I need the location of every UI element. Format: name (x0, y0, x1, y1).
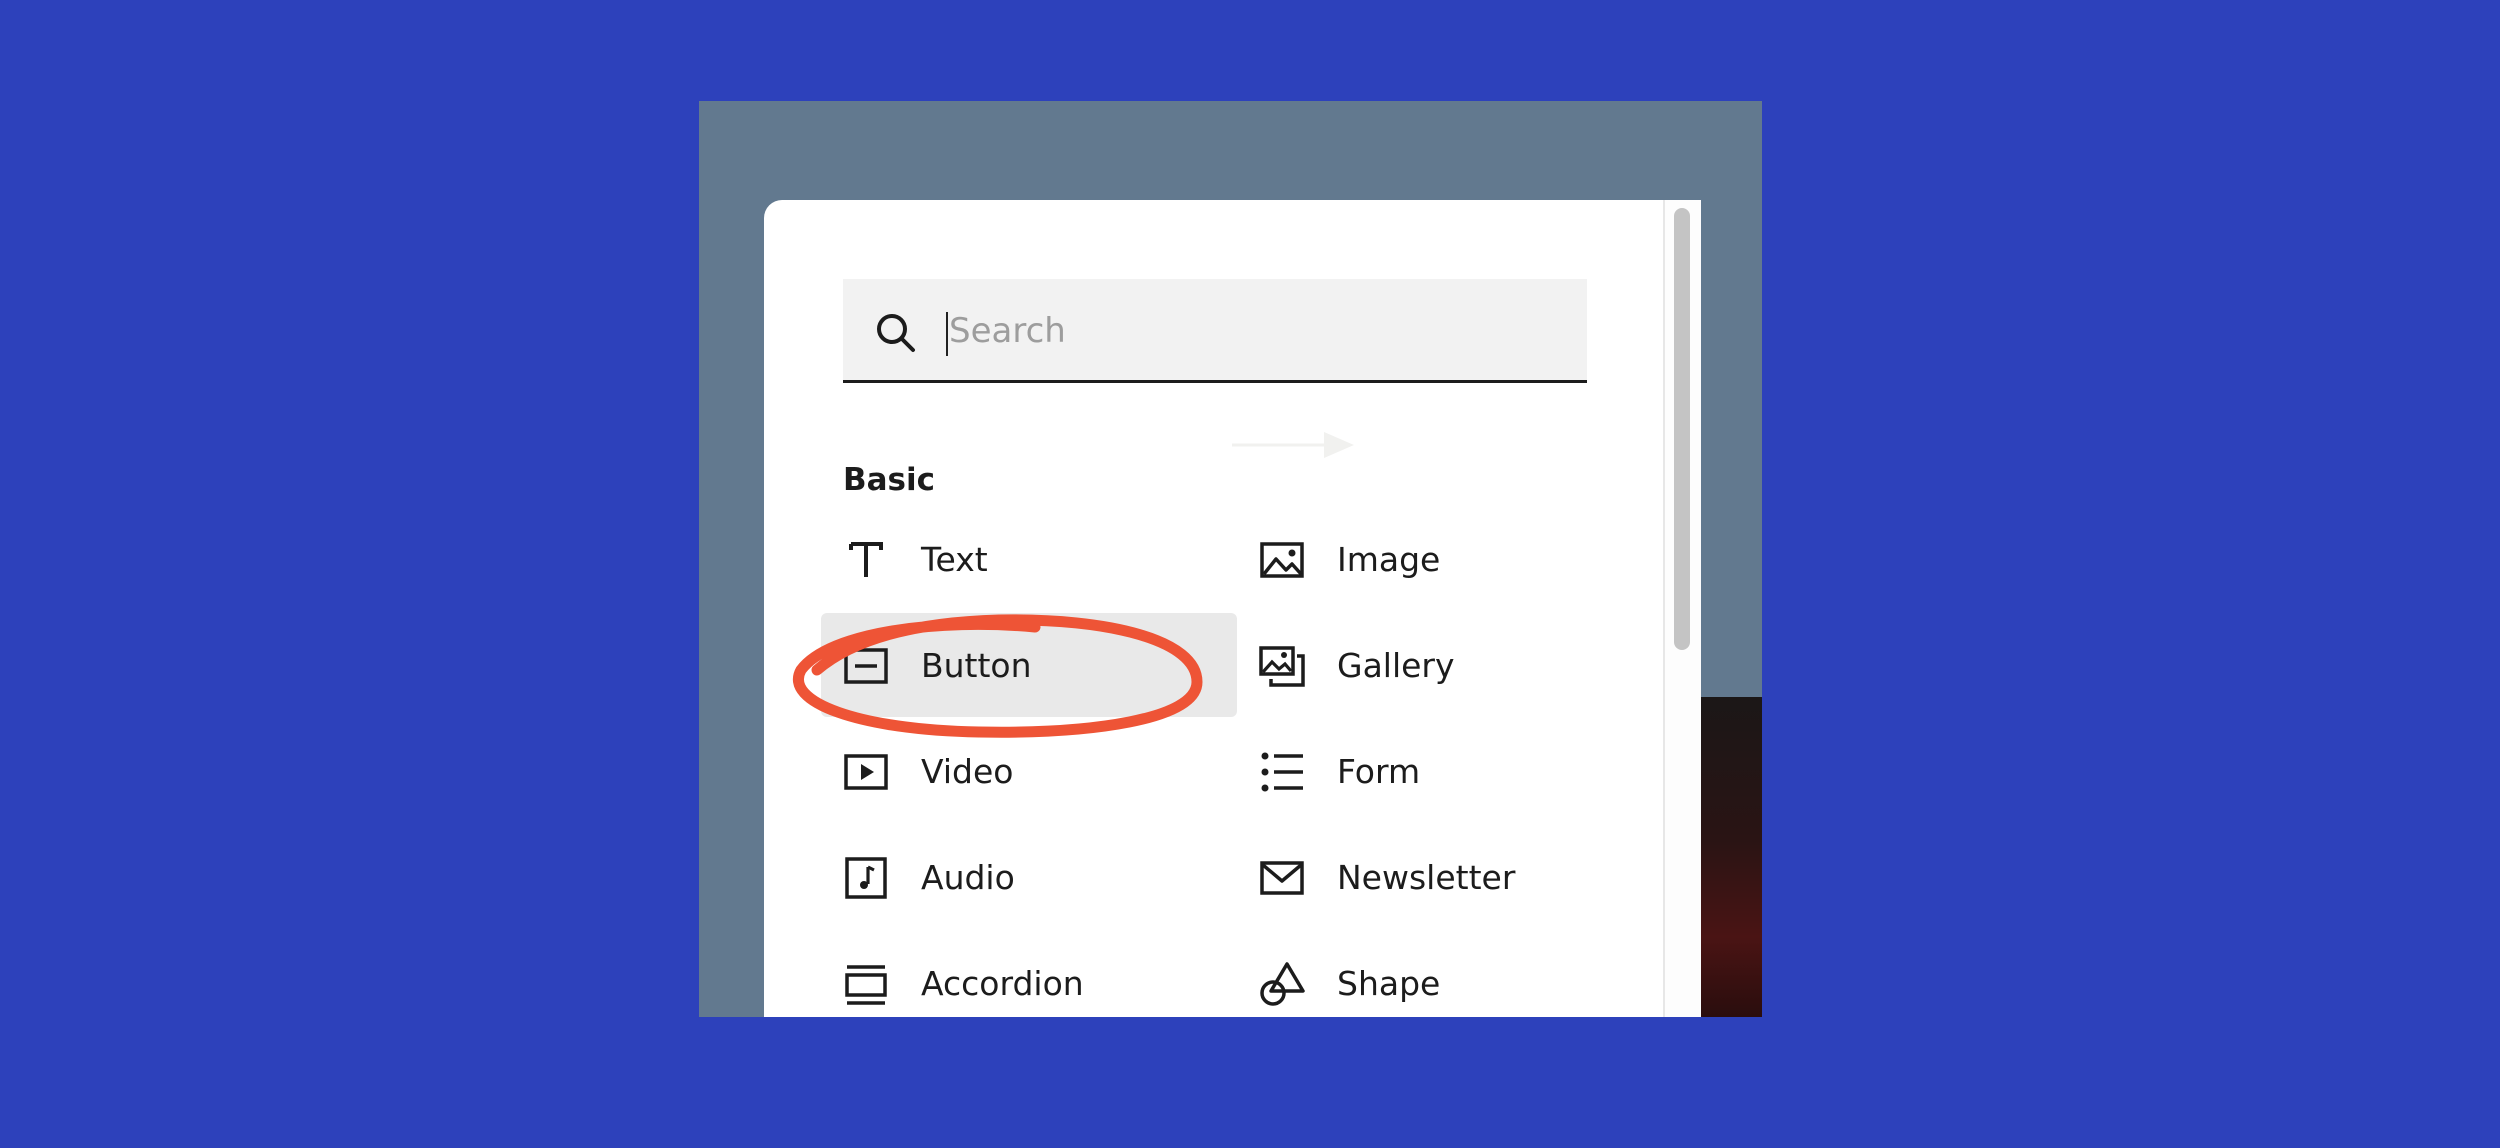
block-newsletter[interactable]: Newsletter (1237, 825, 1653, 929)
block-text[interactable]: Text (821, 507, 1237, 611)
background-image (1701, 697, 1762, 1017)
block-shape[interactable]: Shape (1237, 931, 1653, 1017)
section-title: Basic (843, 462, 936, 498)
scrollbar[interactable] (1663, 200, 1701, 1017)
shape-icon (1260, 962, 1305, 1006)
gallery-icon (1259, 646, 1305, 687)
accordion-icon (845, 965, 887, 1005)
block-label: Video (921, 752, 1014, 791)
search-icon (877, 314, 915, 352)
block-form[interactable]: Form (1237, 719, 1653, 823)
video-icon (844, 754, 888, 790)
image-icon (1260, 542, 1304, 578)
text-cursor (946, 312, 948, 356)
search-input[interactable] (947, 301, 1551, 361)
scrollbar-thumb[interactable] (1674, 208, 1690, 650)
block-button[interactable]: Button (821, 613, 1237, 717)
newsletter-icon (1260, 861, 1304, 895)
block-label: Text (921, 540, 988, 579)
block-label: Button (921, 646, 1032, 685)
block-audio[interactable]: Audio (821, 825, 1237, 929)
form-icon (1261, 752, 1303, 792)
block-label: Form (1337, 752, 1421, 791)
block-accordion[interactable]: Accordion (821, 931, 1237, 1017)
block-image[interactable]: Image (1237, 507, 1653, 611)
text-icon (849, 542, 883, 577)
add-block-panel: Basic Text Image Button (764, 200, 1701, 1017)
block-label: Image (1337, 540, 1441, 579)
audio-icon (845, 857, 887, 899)
button-icon (844, 648, 888, 684)
block-label: Newsletter (1337, 858, 1516, 897)
block-label: Gallery (1337, 646, 1455, 685)
search-field[interactable] (843, 279, 1587, 383)
block-label: Audio (921, 858, 1015, 897)
block-label: Shape (1337, 964, 1441, 1003)
arrow-right-icon (1232, 432, 1354, 458)
editor-canvas: Basic Text Image Button (699, 101, 1762, 1017)
block-gallery[interactable]: Gallery (1237, 613, 1653, 717)
block-video[interactable]: Video (821, 719, 1237, 823)
block-label: Accordion (921, 964, 1084, 1003)
